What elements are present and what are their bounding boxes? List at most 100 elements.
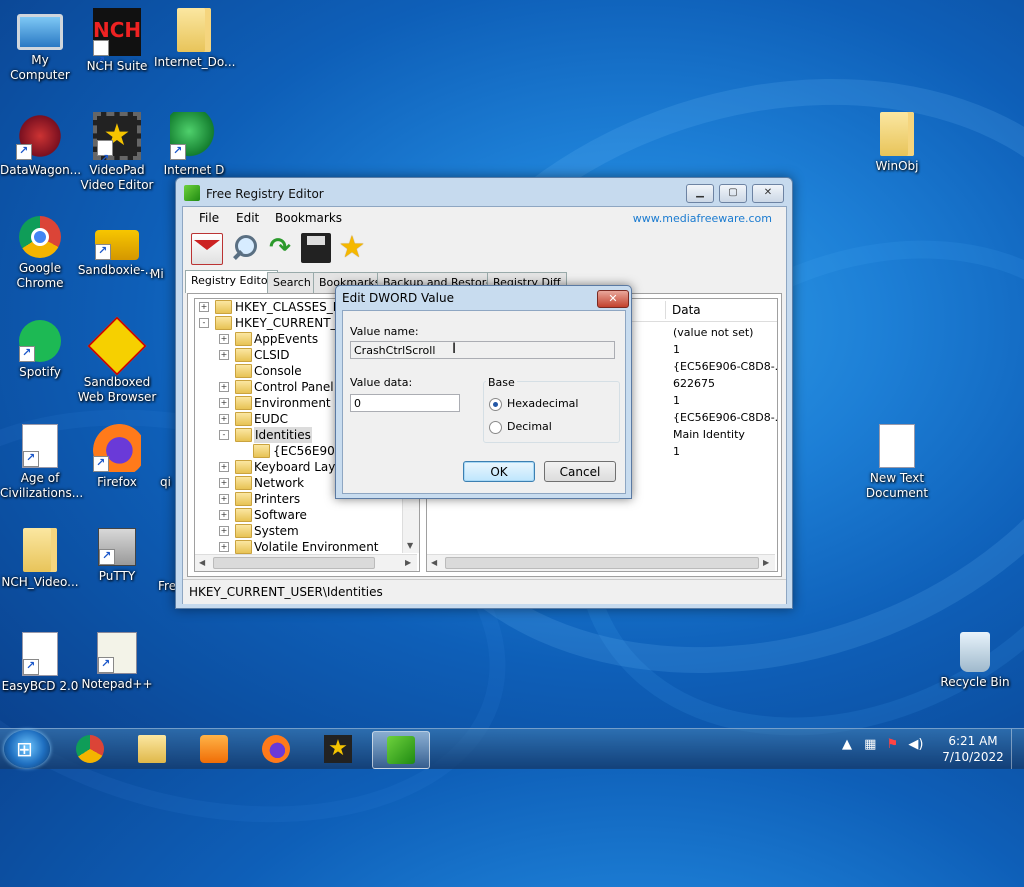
folder-icon [253, 444, 270, 458]
tab-registry-editor[interactable]: Registry Editor [185, 270, 279, 293]
list-horizontal-scrollbar[interactable]: ◀ ▶ [427, 554, 775, 571]
refresh-icon[interactable]: ↷ [265, 233, 295, 263]
value-cell[interactable]: Main Identity [673, 428, 745, 441]
desktop-icon-datawagon[interactable]: DataWagon... [0, 112, 81, 178]
text-document-icon [879, 424, 915, 468]
desktop-icon-videopad[interactable]: ★ VideoPad Video Editor [77, 112, 157, 193]
tree-item-label: Network [254, 476, 305, 490]
hexadecimal-label[interactable]: Hexadecimal [507, 397, 578, 410]
save-icon[interactable] [301, 233, 331, 263]
menu-edit[interactable]: Edit [236, 211, 259, 225]
folder-icon [215, 316, 232, 330]
clock[interactable]: 6:21 AM 7/10/2022 [938, 733, 1008, 765]
value-cell[interactable]: 622675 [673, 377, 715, 390]
expand-icon[interactable]: + [219, 350, 229, 360]
expand-icon[interactable]: + [219, 494, 229, 504]
value-cell[interactable]: 1 [673, 343, 680, 356]
website-link[interactable]: www.mediafreeware.com [633, 212, 772, 225]
taskbar-firefox[interactable] [248, 731, 304, 767]
expand-icon[interactable]: + [219, 462, 229, 472]
desktop-icon-internet-do[interactable]: Internet_Do... [154, 8, 235, 70]
expand-icon[interactable]: + [219, 478, 229, 488]
scroll-down-arrow-icon[interactable]: ▼ [407, 541, 413, 550]
value-cell[interactable]: 1 [673, 445, 680, 458]
scroll-left-arrow-icon[interactable]: ◀ [431, 558, 437, 567]
desktop-icon-label: NCH Suite [86, 59, 148, 73]
start-button[interactable] [4, 730, 50, 768]
scroll-thumb[interactable] [213, 557, 375, 569]
desktop-icon-putty[interactable]: PuTTY [77, 528, 157, 584]
taskbar-file-explorer[interactable] [124, 731, 180, 767]
desktop-icon-easybcd[interactable]: EasyBCD 2.0 [0, 632, 80, 694]
mail-icon[interactable] [191, 233, 223, 265]
cancel-button[interactable]: Cancel [544, 461, 616, 482]
expand-icon[interactable]: + [219, 542, 229, 552]
show-hidden-icons-icon[interactable]: ▲ [842, 737, 852, 752]
hexadecimal-radio[interactable] [489, 398, 502, 411]
desktop-icon-internet-d[interactable]: Internet D [154, 112, 234, 178]
desktop-icon-notepadpp[interactable]: Notepad++ [77, 632, 157, 692]
expand-icon[interactable]: + [219, 334, 229, 344]
dialog-close-button[interactable]: ✕ [597, 290, 629, 308]
show-desktop-button[interactable] [1011, 729, 1024, 769]
value-name-label: Value name: [350, 325, 419, 338]
desktop-icon-my-computer[interactable]: My Computer [0, 8, 80, 83]
taskbar-media-player[interactable] [186, 731, 242, 767]
network-icon[interactable]: ▦ [864, 737, 876, 752]
expand-icon[interactable]: + [219, 414, 229, 424]
desktop-icon-nch-suite[interactable]: NCH NCH Suite [77, 8, 157, 83]
desktop-icon-recycle-bin[interactable]: Recycle Bin [935, 632, 1015, 690]
value-cell[interactable]: {EC56E906-C8D8-... [673, 360, 777, 373]
star-icon[interactable]: ★ [337, 233, 367, 263]
tree-horizontal-scrollbar[interactable]: ◀ ▶ [195, 554, 417, 571]
expand-icon[interactable]: + [199, 302, 209, 312]
menu-file[interactable]: File [199, 211, 219, 225]
expand-icon[interactable]: + [219, 510, 229, 520]
menu-bookmarks[interactable]: Bookmarks [275, 211, 342, 225]
maximize-button[interactable]: ▢ [719, 184, 747, 203]
desktop-icon-winobj[interactable]: WinObj [857, 112, 937, 174]
registry-editor-icon [184, 185, 200, 201]
taskbar-chrome[interactable] [62, 731, 118, 767]
expand-icon[interactable]: + [219, 398, 229, 408]
desktop-icon-sandboxie[interactable]: Sandboxie-... [77, 216, 157, 278]
value-cell[interactable]: {EC56E906-C8D8-... [673, 411, 777, 424]
taskbar-registry-editor[interactable] [372, 731, 430, 769]
taskbar-videopad[interactable]: ★ [310, 731, 366, 767]
volume-icon[interactable]: ◀) [908, 737, 923, 752]
value-cell[interactable]: 1 [673, 394, 680, 407]
system-tray: ▲ ▦ ⚑ ◀) [842, 737, 923, 752]
desktop-icon-sandboxed-browser[interactable]: Sandboxed Web Browser [77, 316, 157, 405]
close-button[interactable]: ✕ [752, 184, 784, 203]
minimize-button[interactable]: ▁ [686, 184, 714, 203]
tab-search[interactable]: Search [267, 272, 317, 293]
decimal-radio[interactable] [489, 421, 502, 434]
scroll-left-arrow-icon[interactable]: ◀ [199, 558, 205, 567]
decimal-label[interactable]: Decimal [507, 420, 552, 433]
desktop-icon-nch-video[interactable]: NCH_Video... [0, 528, 80, 590]
scroll-right-arrow-icon[interactable]: ▶ [763, 558, 769, 567]
scroll-thumb[interactable] [445, 557, 759, 569]
desktop-icon-age-of-civilizations[interactable]: Age of Civilizations... [0, 424, 83, 501]
desktop-icon-firefox[interactable]: Firefox [77, 424, 157, 490]
desktop-icon-spotify[interactable]: Spotify [0, 320, 80, 380]
ok-button[interactable]: OK [463, 461, 535, 482]
action-center-icon[interactable]: ⚑ [887, 737, 899, 752]
firefox-icon [93, 424, 141, 472]
clock-time: 6:21 AM [948, 734, 998, 748]
sandboxed-browser-icon [87, 316, 147, 376]
desktop-icon-google-chrome[interactable]: Google Chrome [0, 216, 80, 291]
value-data-field[interactable]: 0 [350, 394, 460, 412]
value-name-field[interactable]: CrashCtrlScroll [350, 341, 615, 359]
column-header-data[interactable]: Data [672, 303, 701, 317]
desktop-icon-new-text-document[interactable]: New Text Document [857, 424, 937, 501]
expand-icon[interactable]: + [219, 382, 229, 392]
collapse-icon[interactable]: - [199, 318, 209, 328]
search-icon[interactable] [229, 233, 259, 263]
value-cell[interactable]: (value not set) [673, 326, 753, 339]
scroll-right-arrow-icon[interactable]: ▶ [405, 558, 411, 567]
collapse-icon[interactable]: - [219, 430, 229, 440]
edit-dword-dialog: Edit DWORD Value ✕ Value name: CrashCtrl… [335, 285, 632, 499]
computer-icon [17, 14, 63, 50]
expand-icon[interactable]: + [219, 526, 229, 536]
